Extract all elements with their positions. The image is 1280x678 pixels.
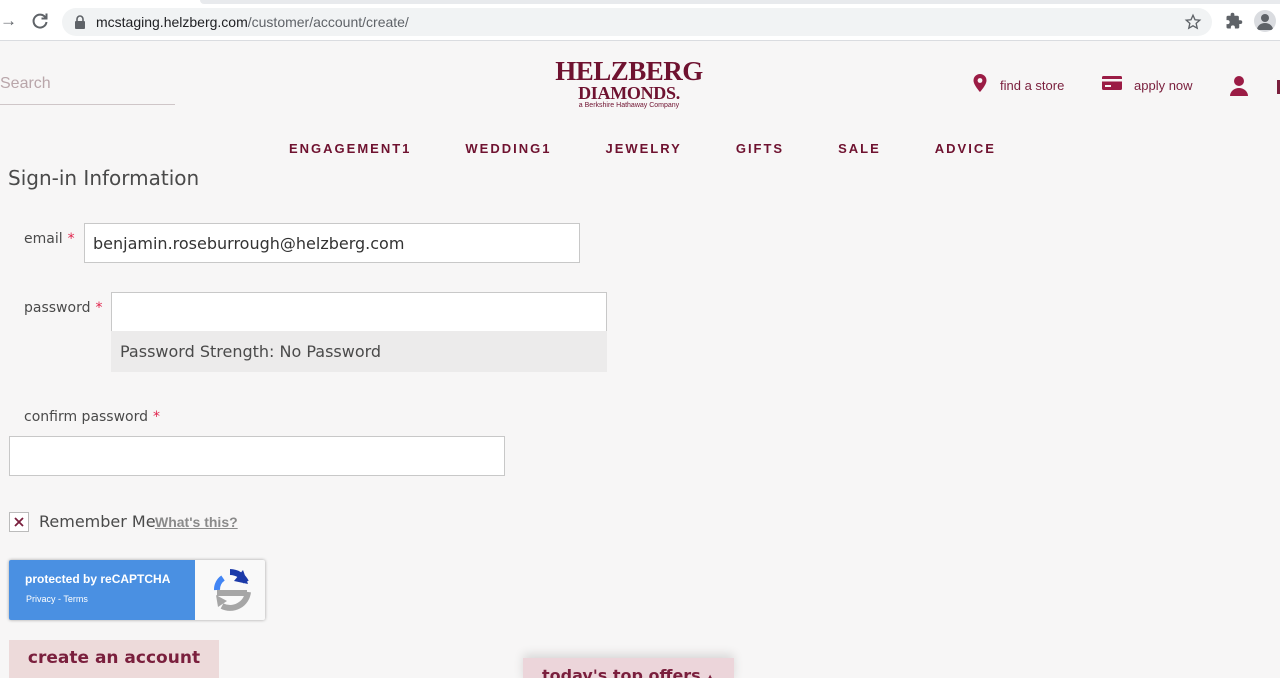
url-host: mcstaging.helzberg.com <box>96 14 248 30</box>
apply-now-link[interactable]: apply now <box>1102 75 1193 95</box>
recaptcha-badge: protected by reCAPTCHA Privacy - Terms <box>9 560 265 620</box>
password-strength-meter: Password Strength: No Password <box>111 331 607 372</box>
remember-me-checkbox[interactable] <box>9 512 29 532</box>
profile-avatar-icon[interactable] <box>1254 10 1276 32</box>
whats-this-link[interactable]: What's this? <box>155 514 238 530</box>
main-navigation: ENGAGEMENT1 WEDDING1 JEWELRY GIFTS SALE … <box>289 141 996 156</box>
remember-me-label[interactable]: Remember Me <box>39 512 156 531</box>
nav-jewelry[interactable]: JEWELRY <box>605 141 681 156</box>
offers-label: today's top offers <box>542 666 701 678</box>
browser-toolbar: → mcstaging.helzberg.com/customer/accoun… <box>0 0 1280 41</box>
required-asterisk: * <box>67 231 75 247</box>
confirm-password-label-text: confirm password <box>24 409 149 425</box>
email-label: email * <box>24 231 75 247</box>
url-path: /customer/account/create/ <box>247 14 409 30</box>
tab-strip-edge <box>200 0 1280 4</box>
logo-line-1: HELZBERG <box>555 56 703 86</box>
reload-icon[interactable] <box>30 11 50 31</box>
apply-now-label: apply now <box>1134 77 1193 93</box>
recaptcha-text: protected by reCAPTCHA <box>25 572 171 586</box>
email-label-text: email <box>24 231 63 247</box>
nav-gifts[interactable]: GIFTS <box>736 141 784 156</box>
find-a-store-label: find a store <box>1000 77 1065 93</box>
todays-top-offers-tab[interactable]: today's top offers ▲ <box>523 658 734 678</box>
required-asterisk: * <box>95 300 103 316</box>
check-x-icon <box>14 517 24 527</box>
extensions-puzzle-icon[interactable] <box>1225 12 1243 30</box>
bookmark-star-icon[interactable] <box>1184 13 1202 31</box>
url-text[interactable]: mcstaging.helzberg.com/customer/account/… <box>96 14 409 30</box>
search-field[interactable] <box>0 64 175 105</box>
recaptcha-logo-icon <box>195 560 265 620</box>
nav-advice[interactable]: ADVICE <box>935 141 996 156</box>
password-field[interactable] <box>111 292 607 332</box>
recaptcha-privacy-terms-link[interactable]: Privacy - Terms <box>26 594 88 604</box>
confirm-password-label: confirm password * <box>24 409 160 425</box>
map-pin-icon <box>972 73 988 98</box>
logo-line-2: DIAMONDS. <box>578 83 680 103</box>
password-label: password * <box>24 300 102 316</box>
nav-engagement[interactable]: ENGAGEMENT1 <box>289 141 411 156</box>
find-a-store-link[interactable]: find a store <box>972 73 1065 98</box>
forward-icon[interactable]: → <box>0 12 18 30</box>
email-field[interactable] <box>84 223 580 263</box>
recaptcha-panel: protected by reCAPTCHA Privacy - Terms <box>9 560 195 620</box>
lock-icon[interactable] <box>74 15 86 29</box>
logo-tagline: a Berkshire Hathaway Company <box>578 102 680 109</box>
password-label-text: password <box>24 300 91 316</box>
confirm-password-field[interactable] <box>9 436 505 476</box>
credit-card-icon <box>1102 75 1122 95</box>
create-account-button[interactable]: create an account <box>9 640 219 678</box>
helzberg-logo[interactable]: HELZBERG DIAMONDS. a Berkshire Hathaway … <box>553 58 705 112</box>
address-bar[interactable]: mcstaging.helzberg.com/customer/account/… <box>62 8 1212 36</box>
nav-sale[interactable]: SALE <box>838 141 881 156</box>
account-user-icon[interactable] <box>1229 75 1249 97</box>
section-title: Sign-in Information <box>8 166 200 190</box>
chevron-up-icon: ▲ <box>706 673 714 678</box>
required-asterisk: * <box>153 409 161 425</box>
search-input[interactable] <box>0 64 175 102</box>
nav-wedding[interactable]: WEDDING1 <box>465 141 551 156</box>
